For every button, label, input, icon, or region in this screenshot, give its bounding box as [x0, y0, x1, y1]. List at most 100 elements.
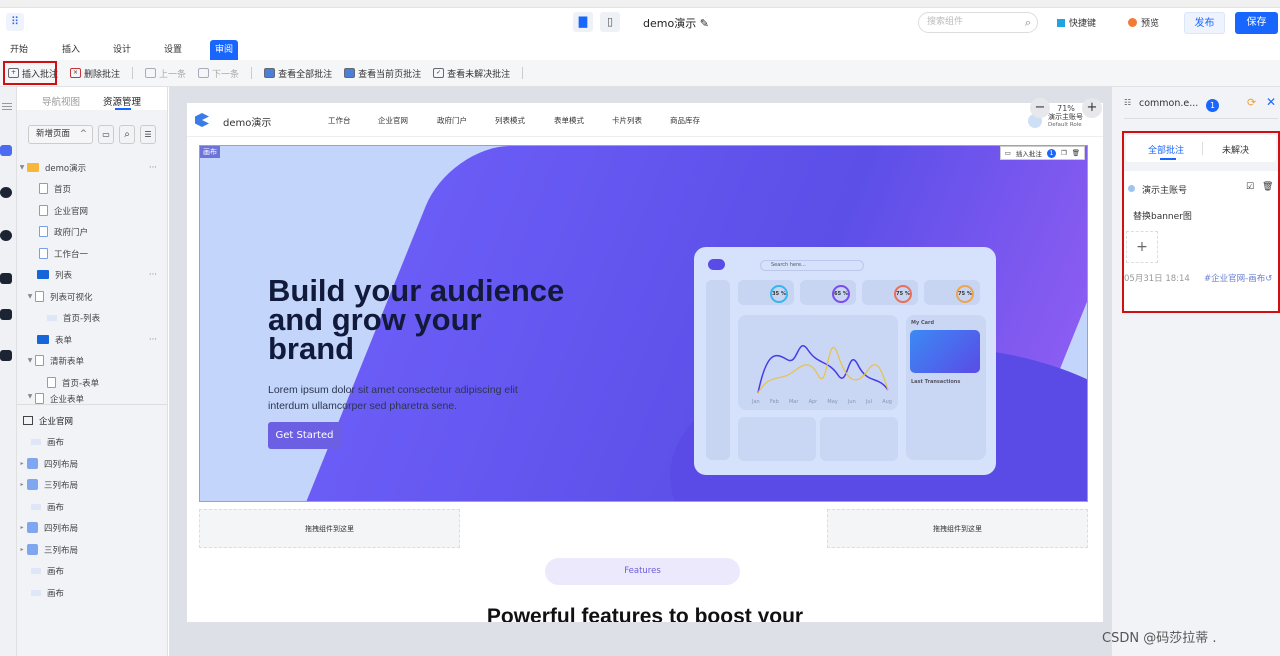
line-chart [757, 345, 889, 394]
search-input[interactable]: 搜索组件 ⌕ [918, 12, 1038, 33]
document-title[interactable]: demo演示 ✎ [643, 15, 709, 31]
nav-item[interactable]: 卡片列表 [612, 115, 642, 126]
canvas-tag: 画布 [200, 146, 220, 158]
shapes-icon[interactable] [0, 187, 12, 198]
tab-insert[interactable]: 插入 [57, 40, 85, 60]
insert-comment-link[interactable]: 插入批注 [1016, 148, 1042, 158]
view-unresolved-button[interactable]: ✓ 查看未解决批注 [433, 67, 510, 80]
layer-item[interactable]: 画布 [17, 582, 167, 603]
dashboard-search: Search here... [760, 260, 864, 271]
tab-design[interactable]: 设计 [108, 40, 136, 60]
play-icon [1128, 18, 1137, 27]
comment-location-link[interactable]: #企业官网-画布↺ [1204, 272, 1272, 284]
save-button[interactable]: 保存 [1235, 12, 1278, 34]
tree-subpage[interactable]: 首页-列表 [17, 307, 167, 328]
tree-page[interactable]: 首页 [17, 178, 167, 199]
tab-settings[interactable]: 设置 [159, 40, 187, 60]
nav-item[interactable]: 商品库存 [670, 115, 700, 126]
zoom-in-button[interactable]: + [1082, 98, 1102, 118]
tab-all-comments[interactable]: 全部批注 [1148, 143, 1184, 156]
apps-grid-icon[interactable]: ⠿ [6, 13, 24, 31]
tab-start[interactable]: 开始 [5, 40, 33, 60]
layer-root[interactable]: 企业官网 [17, 410, 167, 431]
drop-zone[interactable]: 拖拽组件到这里 [199, 509, 460, 548]
comments-panel: ☷ common.e... 1 ⟳ ✕ 全部批注 未解决 演示主账号 ☑ 🗑 替… [1111, 87, 1280, 656]
tree-page[interactable]: ▼ 企业表单 [17, 393, 167, 404]
comment-icon[interactable]: ▭ [1005, 149, 1011, 157]
edit-icon[interactable]: ✎ [700, 17, 709, 30]
tree-subpage[interactable]: 首页-表单 [17, 372, 167, 393]
card-panel: My Card Last Transactions [906, 315, 986, 460]
zoom-out-button[interactable]: − [1030, 98, 1050, 118]
tab-nav-view[interactable]: 导航视图 [42, 94, 80, 108]
line-chart-icon[interactable] [0, 309, 12, 320]
layout-icon[interactable] [0, 145, 12, 156]
cube-icon[interactable] [0, 350, 12, 361]
folder-button[interactable]: ▭ [98, 125, 114, 144]
layer-item[interactable]: ▸ 三列布局 [17, 539, 167, 560]
form-icon[interactable] [0, 273, 12, 284]
divider [251, 67, 253, 79]
tree-folder[interactable]: ▼ demo演示 ··· [17, 157, 167, 178]
tree-page[interactable]: 工作台一 [17, 243, 167, 264]
layer-item[interactable]: 画布 [17, 496, 167, 517]
nav-item[interactable]: 工作台 [328, 115, 351, 126]
tree-page[interactable]: 政府门户 [17, 221, 167, 242]
layout-icon [27, 522, 38, 533]
more-icon[interactable]: ··· [149, 270, 157, 280]
brand-name: demo演示 [223, 118, 272, 129]
desktop-view-icon[interactable]: ▇ [573, 12, 593, 32]
review-toolbar: + 插入批注 × 删除批注 上一条 下一条 查看全部批注 查看当前页批注 ✓ 查看未解… [0, 60, 1280, 87]
nav-item[interactable]: 政府门户 [437, 115, 467, 126]
pie-chart-icon[interactable] [0, 230, 12, 241]
resolve-checkbox-icon[interactable]: ☑ [1246, 182, 1254, 192]
trash-icon[interactable]: 🗑 [1262, 182, 1273, 192]
tab-review[interactable]: 审阅 [210, 40, 239, 60]
tab-resource-manager[interactable]: 资源管理 [103, 94, 141, 108]
preview-button[interactable]: 预览 [1128, 16, 1159, 29]
shortcut-button[interactable]: 快捷键 [1057, 16, 1096, 29]
more-icon[interactable]: ··· [149, 335, 157, 345]
tree-page[interactable]: ▼ 清新表单 [17, 350, 167, 371]
nav-item[interactable]: 列表模式 [495, 115, 525, 126]
more-icon[interactable]: ··· [149, 163, 157, 173]
close-icon[interactable]: ✕ [1266, 95, 1276, 109]
view-page-comments-button[interactable]: 查看当前页批注 [344, 67, 421, 80]
view-all-comments-button[interactable]: 查看全部批注 [264, 67, 332, 80]
avatar [1128, 185, 1135, 192]
copy-icon[interactable]: ❐ [1061, 149, 1067, 157]
nav-item[interactable]: 表单模式 [554, 115, 584, 126]
nav-item[interactable]: 企业官网 [378, 115, 408, 126]
hero-banner[interactable]: Build your audience and grow your brand … [199, 145, 1088, 502]
highlight-box [3, 61, 57, 85]
layer-item[interactable]: ▸ 四列布局 [17, 453, 167, 474]
page-navbar: demo演示 工作台 企业官网 政府门户 列表模式 表单模式 卡片列表 商品库存… [187, 103, 1103, 137]
chevron-up-icon: ^ [79, 129, 87, 139]
collapse-icon[interactable]: ☰ [140, 125, 156, 144]
search-icon[interactable]: ⌕ [119, 125, 135, 144]
get-started-button[interactable]: Get Started [268, 422, 341, 449]
month-label: Jun [847, 399, 856, 405]
layer-item[interactable]: 画布 [17, 560, 167, 581]
tree-folder[interactable]: 列表 ··· [17, 264, 167, 285]
mobile-view-icon[interactable]: ▯ [600, 12, 620, 32]
tree-page[interactable]: ▼ 列表可视化 [17, 286, 167, 307]
comment-count-badge: 1 [1206, 99, 1219, 112]
tab-unresolved[interactable]: 未解决 [1222, 143, 1249, 156]
next-comment-button[interactable]: 下一条 [198, 67, 239, 80]
new-page-button[interactable]: 新增页面 ^ [28, 125, 93, 144]
prev-comment-button[interactable]: 上一条 [145, 67, 186, 80]
menu-icon[interactable] [2, 103, 12, 104]
layer-item[interactable]: ▸ 四列布局 [17, 517, 167, 538]
publish-button[interactable]: 发布 [1184, 12, 1225, 34]
refresh-icon[interactable]: ⟳ [1247, 96, 1256, 109]
trash-icon[interactable]: 🗑 [1072, 149, 1080, 157]
drop-zone[interactable]: 拖拽组件到这里 [827, 509, 1088, 548]
layout-icon [27, 479, 38, 490]
layer-item[interactable]: 画布 [17, 431, 167, 452]
tree-page[interactable]: 企业官网 [17, 200, 167, 221]
add-image-button[interactable]: + [1126, 231, 1158, 263]
tree-folder[interactable]: 表单 ··· [17, 329, 167, 350]
delete-comment-button[interactable]: × 删除批注 [70, 67, 120, 80]
layer-item[interactable]: ▸ 三列布局 [17, 474, 167, 495]
